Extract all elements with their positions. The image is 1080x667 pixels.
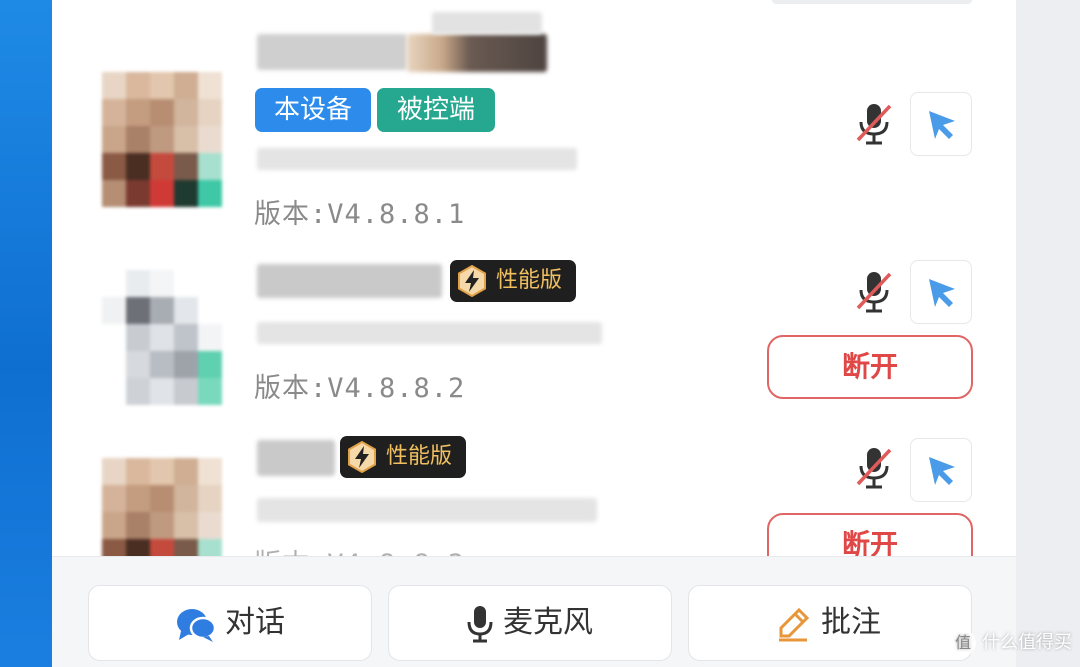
device-list: 本设备 被控端 版本:V4.8.8.1 性能版 版本:V4.8.8.2 断开 性… <box>52 0 1016 556</box>
performance-edition-badge: 性能版 <box>340 436 467 478</box>
chat-label: 对话 <box>225 605 285 640</box>
mic-muted-icon[interactable] <box>854 268 894 316</box>
device-name-redacted <box>432 12 542 34</box>
mic-muted-icon[interactable] <box>854 444 894 492</box>
device-name-redacted <box>257 34 407 70</box>
bottom-toolbar: 对话 麦克风 批注 <box>52 556 1016 667</box>
avatar <box>102 270 222 406</box>
avatar <box>102 458 222 556</box>
device-row: 性能版 版本:V4.8.8.2 断开 <box>52 240 1016 420</box>
mic-muted-icon[interactable] <box>854 100 894 148</box>
watermark-logo-icon: 值 <box>950 630 976 656</box>
annotate-button[interactable]: 批注 <box>688 585 972 661</box>
disconnect-button[interactable]: 断开 <box>767 513 973 556</box>
chat-bubbles-icon <box>177 609 217 642</box>
desktop-background-right <box>1016 0 1080 667</box>
pen-icon <box>779 607 810 642</box>
chat-button[interactable]: 对话 <box>88 585 372 661</box>
tag-controlled-end: 被控端 <box>377 88 495 132</box>
version-text: 版本:V4.8.8.2 <box>254 373 466 404</box>
badge-label: 性能版 <box>496 268 563 293</box>
device-id-redacted <box>257 322 602 344</box>
version-text: 版本:V4.8.8.2 <box>254 542 465 556</box>
device-id-redacted <box>257 498 597 522</box>
cursor-arrow-icon <box>929 279 955 307</box>
device-name-redacted <box>407 34 547 72</box>
disconnect-button[interactable]: 断开 <box>767 335 973 399</box>
desktop-background <box>0 0 52 667</box>
device-row: 性能版 版本:V4.8.8.2 断开 <box>52 420 1016 556</box>
remote-control-pointer-button[interactable] <box>910 92 972 156</box>
microphone-label: 麦克风 <box>503 605 593 640</box>
cursor-arrow-icon <box>929 457 955 485</box>
device-name-redacted <box>257 264 442 298</box>
version-text: 版本:V4.8.8.1 <box>254 199 466 230</box>
microphone-button[interactable]: 麦克风 <box>388 585 672 661</box>
badge-label: 性能版 <box>386 444 453 469</box>
avatar <box>102 72 222 208</box>
tag-this-device: 本设备 <box>255 88 371 132</box>
lightning-icon <box>348 441 376 473</box>
remote-devices-panel: 本设备 被控端 版本:V4.8.8.1 性能版 版本:V4.8.8.2 断开 性… <box>52 0 1016 667</box>
device-row: 本设备 被控端 版本:V4.8.8.1 <box>52 0 1016 240</box>
cursor-arrow-icon <box>929 111 955 139</box>
device-name-redacted <box>257 440 335 476</box>
remote-control-pointer-button[interactable] <box>910 260 972 324</box>
remote-control-pointer-button[interactable] <box>910 438 972 502</box>
microphone-icon <box>467 606 493 643</box>
annotate-label: 批注 <box>821 605 881 640</box>
watermark-text: 什么值得买 <box>982 632 1072 653</box>
performance-edition-badge: 性能版 <box>450 260 577 302</box>
lightning-icon <box>458 265 486 297</box>
watermark: 值什么值得买 <box>950 628 1072 656</box>
device-id-redacted <box>257 148 577 170</box>
